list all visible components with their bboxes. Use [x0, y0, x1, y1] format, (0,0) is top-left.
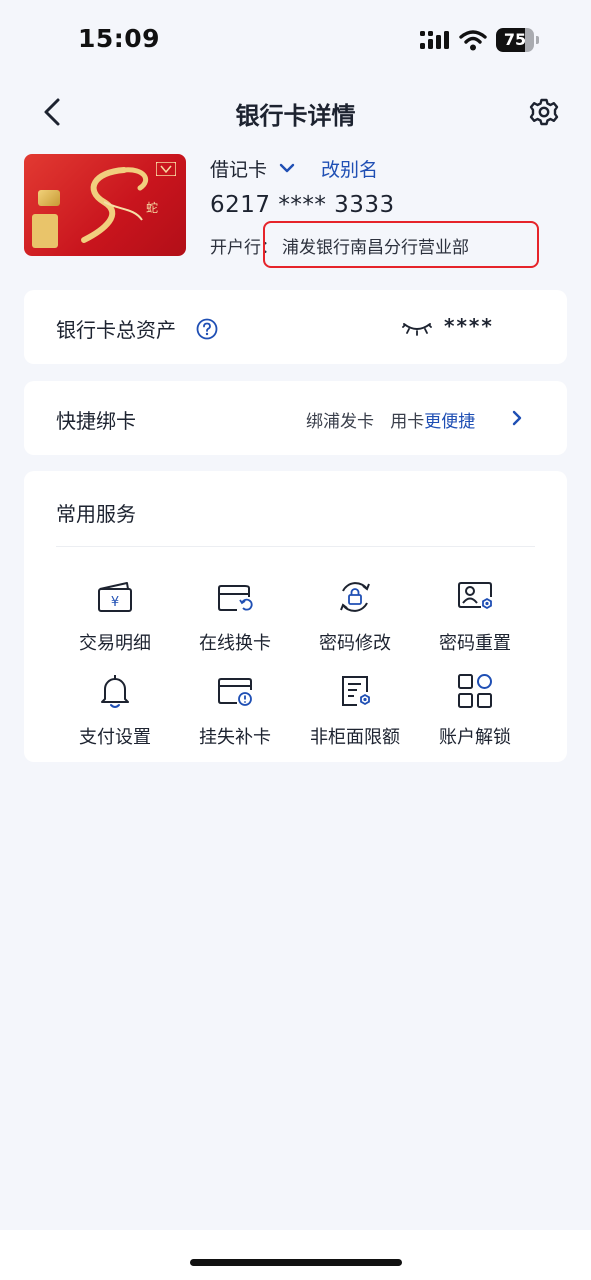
quick-bind-label: 快捷绑卡	[56, 409, 136, 433]
unionpay-logo-icon	[32, 214, 58, 248]
card-type: 借记卡	[210, 158, 268, 181]
card-refresh-icon	[218, 585, 253, 611]
service-label: 密码修改	[319, 633, 391, 654]
branch-highlight-box	[263, 221, 539, 268]
chevron-down-icon[interactable]	[279, 160, 295, 176]
assets-label: 银行卡总资产	[56, 318, 176, 342]
card-alert-icon	[218, 678, 252, 706]
service-label: 交易明细	[79, 633, 151, 654]
service-online-card-replace[interactable]: 在线换卡	[175, 577, 295, 657]
service-password-change[interactable]: 密码修改	[295, 577, 415, 657]
snake-artwork-icon: 蛇	[81, 167, 158, 243]
wifi-icon	[459, 30, 487, 51]
gear-icon[interactable]	[524, 92, 564, 132]
status-bar: 15:09 75	[0, 0, 591, 80]
assets-panel: 银行卡总资产 ****	[24, 290, 567, 364]
service-report-loss[interactable]: 挂失补卡	[175, 671, 295, 751]
eye-closed-icon[interactable]	[402, 320, 432, 336]
service-label: 非柜面限额	[310, 727, 400, 748]
quick-bind-desc: 绑浦发卡 用卡更便捷	[306, 407, 475, 432]
service-label: 在线换卡	[199, 633, 271, 654]
bank-card-image: 蛇	[24, 154, 186, 256]
card-chip	[38, 190, 60, 206]
page-title: 银行卡详情	[235, 102, 356, 130]
cellular-signal-icon	[420, 31, 449, 49]
card-type-row: 借记卡 改别名	[210, 154, 378, 182]
service-label: 挂失补卡	[199, 727, 271, 748]
service-label: 密码重置	[439, 633, 511, 654]
quick-bind-desc-blue: 更便捷	[424, 412, 476, 432]
help-icon[interactable]	[196, 318, 218, 340]
status-time: 15:09	[78, 24, 161, 53]
services-panel: 常用服务 ¥ 交易明细 在线换卡 密码修改 密码重置 支付设置 挂失补卡 非柜面…	[24, 471, 567, 762]
svg-text:蛇: 蛇	[146, 200, 158, 215]
home-indicator[interactable]	[190, 1259, 402, 1266]
bell-icon	[101, 675, 129, 708]
svg-text:¥: ¥	[111, 595, 119, 610]
battery-percent: 75	[503, 30, 527, 49]
wallet-yuan-icon: ¥	[98, 582, 132, 612]
bottom-safe-area	[0, 1230, 591, 1280]
service-label: 账户解锁	[439, 727, 511, 748]
document-settings-icon	[342, 676, 370, 706]
service-transaction-details[interactable]: ¥ 交易明细	[55, 577, 175, 657]
nav-bar: 银行卡详情	[0, 80, 591, 144]
assets-value: ****	[444, 314, 494, 338]
services-title: 常用服务	[56, 502, 136, 526]
card-number: 6217 **** 3333	[210, 192, 395, 218]
service-password-reset[interactable]: 密码重置	[415, 577, 535, 657]
rename-link[interactable]: 改别名	[321, 155, 378, 182]
service-payment-settings[interactable]: 支付设置	[55, 671, 175, 751]
battery-icon: 75	[496, 28, 540, 52]
service-account-unlock[interactable]: 账户解锁	[415, 671, 535, 751]
id-card-settings-icon	[458, 582, 492, 610]
quick-bind-desc-plain: 绑浦发卡 用卡	[306, 412, 425, 432]
lock-refresh-icon	[340, 582, 370, 612]
divider	[56, 546, 535, 547]
grid-apps-icon	[458, 674, 492, 708]
quick-bind-row[interactable]: 快捷绑卡 绑浦发卡 用卡更便捷	[24, 381, 567, 455]
chevron-right-icon	[512, 410, 522, 426]
service-non-counter-limit[interactable]: 非柜面限额	[295, 671, 415, 751]
service-label: 支付设置	[79, 727, 151, 748]
